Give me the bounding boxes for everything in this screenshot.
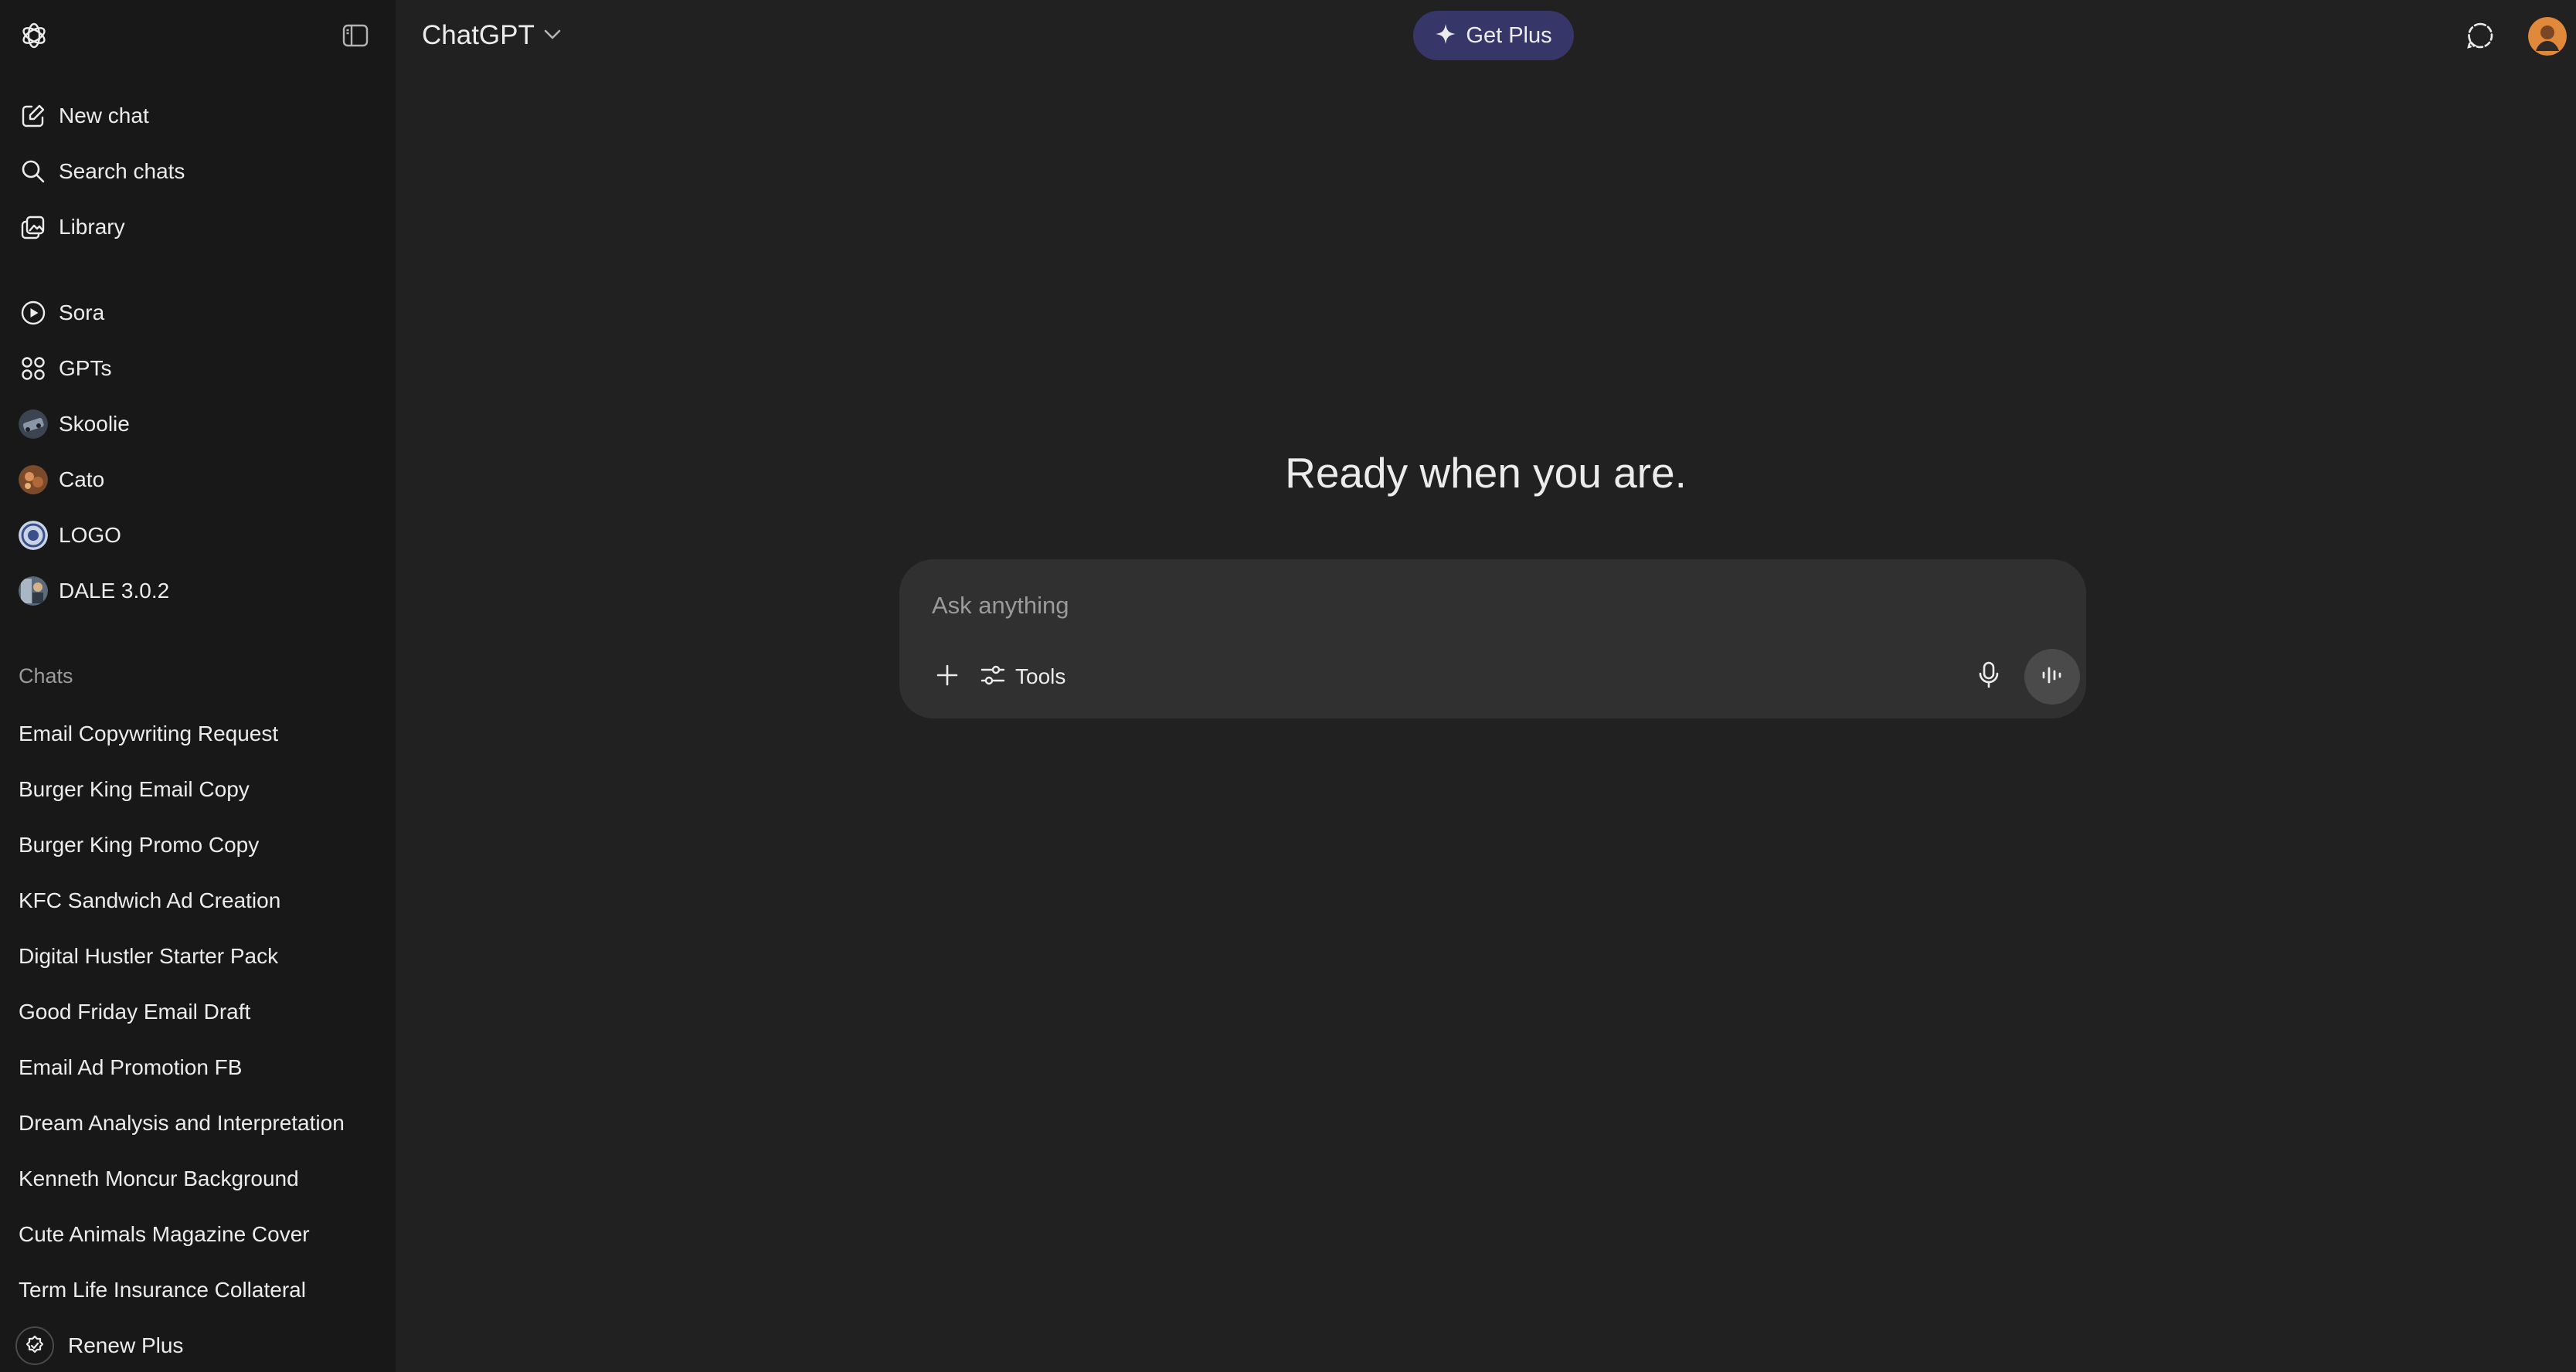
play-circle-icon: [19, 298, 48, 328]
chat-item[interactable]: Burger King Email Copy: [0, 765, 396, 814]
edit-icon: [19, 101, 48, 131]
model-name: ChatGPT: [422, 20, 535, 50]
user-avatar[interactable]: [2528, 17, 2567, 56]
library-label: Library: [59, 215, 125, 239]
sidebar-item-sora[interactable]: Sora: [0, 288, 396, 338]
library-button[interactable]: Library: [0, 202, 396, 252]
sidebar-item-cato[interactable]: Cato: [0, 455, 396, 504]
grid-icon: [19, 354, 48, 383]
app-root: New chat Search chats Library Sora GPTs …: [0, 0, 2576, 1372]
sidebar-item-gpts[interactable]: GPTs: [0, 344, 396, 393]
chat-item[interactable]: Term Life Insurance Collateral: [0, 1265, 396, 1315]
dale-avatar-icon: [19, 576, 48, 606]
gpts-label: GPTs: [59, 356, 112, 380]
search-chats-label: Search chats: [59, 159, 185, 183]
sliders-icon: [980, 662, 1006, 692]
logo-label: LOGO: [59, 523, 121, 547]
search-chats-button[interactable]: Search chats: [0, 147, 396, 196]
sidebar-item-logo[interactable]: LOGO: [0, 511, 396, 560]
model-selector[interactable]: ChatGPT: [422, 17, 562, 54]
skoolie-label: Skoolie: [59, 412, 130, 436]
chat-item[interactable]: Email Ad Promotion FB: [0, 1043, 396, 1092]
skoolie-avatar-icon: [19, 409, 48, 439]
sidebar: New chat Search chats Library Sora GPTs …: [0, 0, 396, 1372]
sidebar-item-skoolie[interactable]: Skoolie: [0, 399, 396, 449]
chat-item[interactable]: Email Copywriting Request: [0, 709, 396, 759]
chat-item[interactable]: Kenneth Moncur Background: [0, 1154, 396, 1204]
tools-label: Tools: [1015, 664, 1066, 688]
renew-plus-label: Renew Plus: [68, 1333, 184, 1357]
chat-item[interactable]: Cute Animals Magazine Cover: [0, 1210, 396, 1259]
openai-logo-icon[interactable]: [17, 19, 51, 53]
dictate-button[interactable]: [1969, 657, 2009, 697]
sora-label: Sora: [59, 301, 105, 324]
logo-avatar-icon: [19, 521, 48, 550]
main-panel: ChatGPT Get Plus Ready when you are. Ask…: [396, 0, 2576, 1372]
new-chat-button[interactable]: New chat: [0, 91, 396, 141]
sparkle-icon: [1435, 23, 1456, 49]
chevron-down-icon: [542, 27, 562, 45]
prompt-input[interactable]: [930, 584, 2043, 627]
search-icon: [19, 157, 48, 186]
sidebar-header: [0, 0, 396, 71]
plus-icon: [936, 664, 959, 691]
sidebar-toggle-icon[interactable]: [340, 22, 371, 49]
chat-item[interactable]: Digital Hustler Starter Pack: [0, 932, 396, 981]
chat-item[interactable]: Good Friday Email Draft: [0, 987, 396, 1037]
composer: Tools: [899, 559, 2086, 718]
sound-wave-icon: [2041, 665, 2064, 689]
temporary-chat-icon[interactable]: [2463, 19, 2497, 53]
cato-avatar-icon: [19, 465, 48, 494]
voice-mode-button[interactable]: [2024, 649, 2080, 705]
page-title: Ready when you are.: [1285, 449, 1687, 497]
new-chat-label: New chat: [59, 104, 149, 127]
library-icon: [19, 212, 48, 242]
get-plus-label: Get Plus: [1466, 22, 1552, 48]
get-plus-button[interactable]: Get Plus: [1413, 11, 1574, 60]
chats-section-title: Chats: [19, 664, 73, 688]
tools-button[interactable]: Tools: [980, 657, 1065, 697]
renew-plus-button[interactable]: Renew Plus: [0, 1319, 396, 1372]
chat-item[interactable]: Dream Analysis and Interpretation: [0, 1099, 396, 1148]
microphone-icon: [1977, 661, 2000, 693]
attach-button[interactable]: [927, 657, 967, 697]
badge-icon: [15, 1326, 54, 1365]
sidebar-item-dale[interactable]: DALE 3.0.2: [0, 566, 396, 616]
chat-item[interactable]: Burger King Promo Copy: [0, 820, 396, 870]
dale-label: DALE 3.0.2: [59, 579, 170, 603]
chat-item[interactable]: KFC Sandwich Ad Creation: [0, 876, 396, 925]
cato-label: Cato: [59, 467, 105, 491]
